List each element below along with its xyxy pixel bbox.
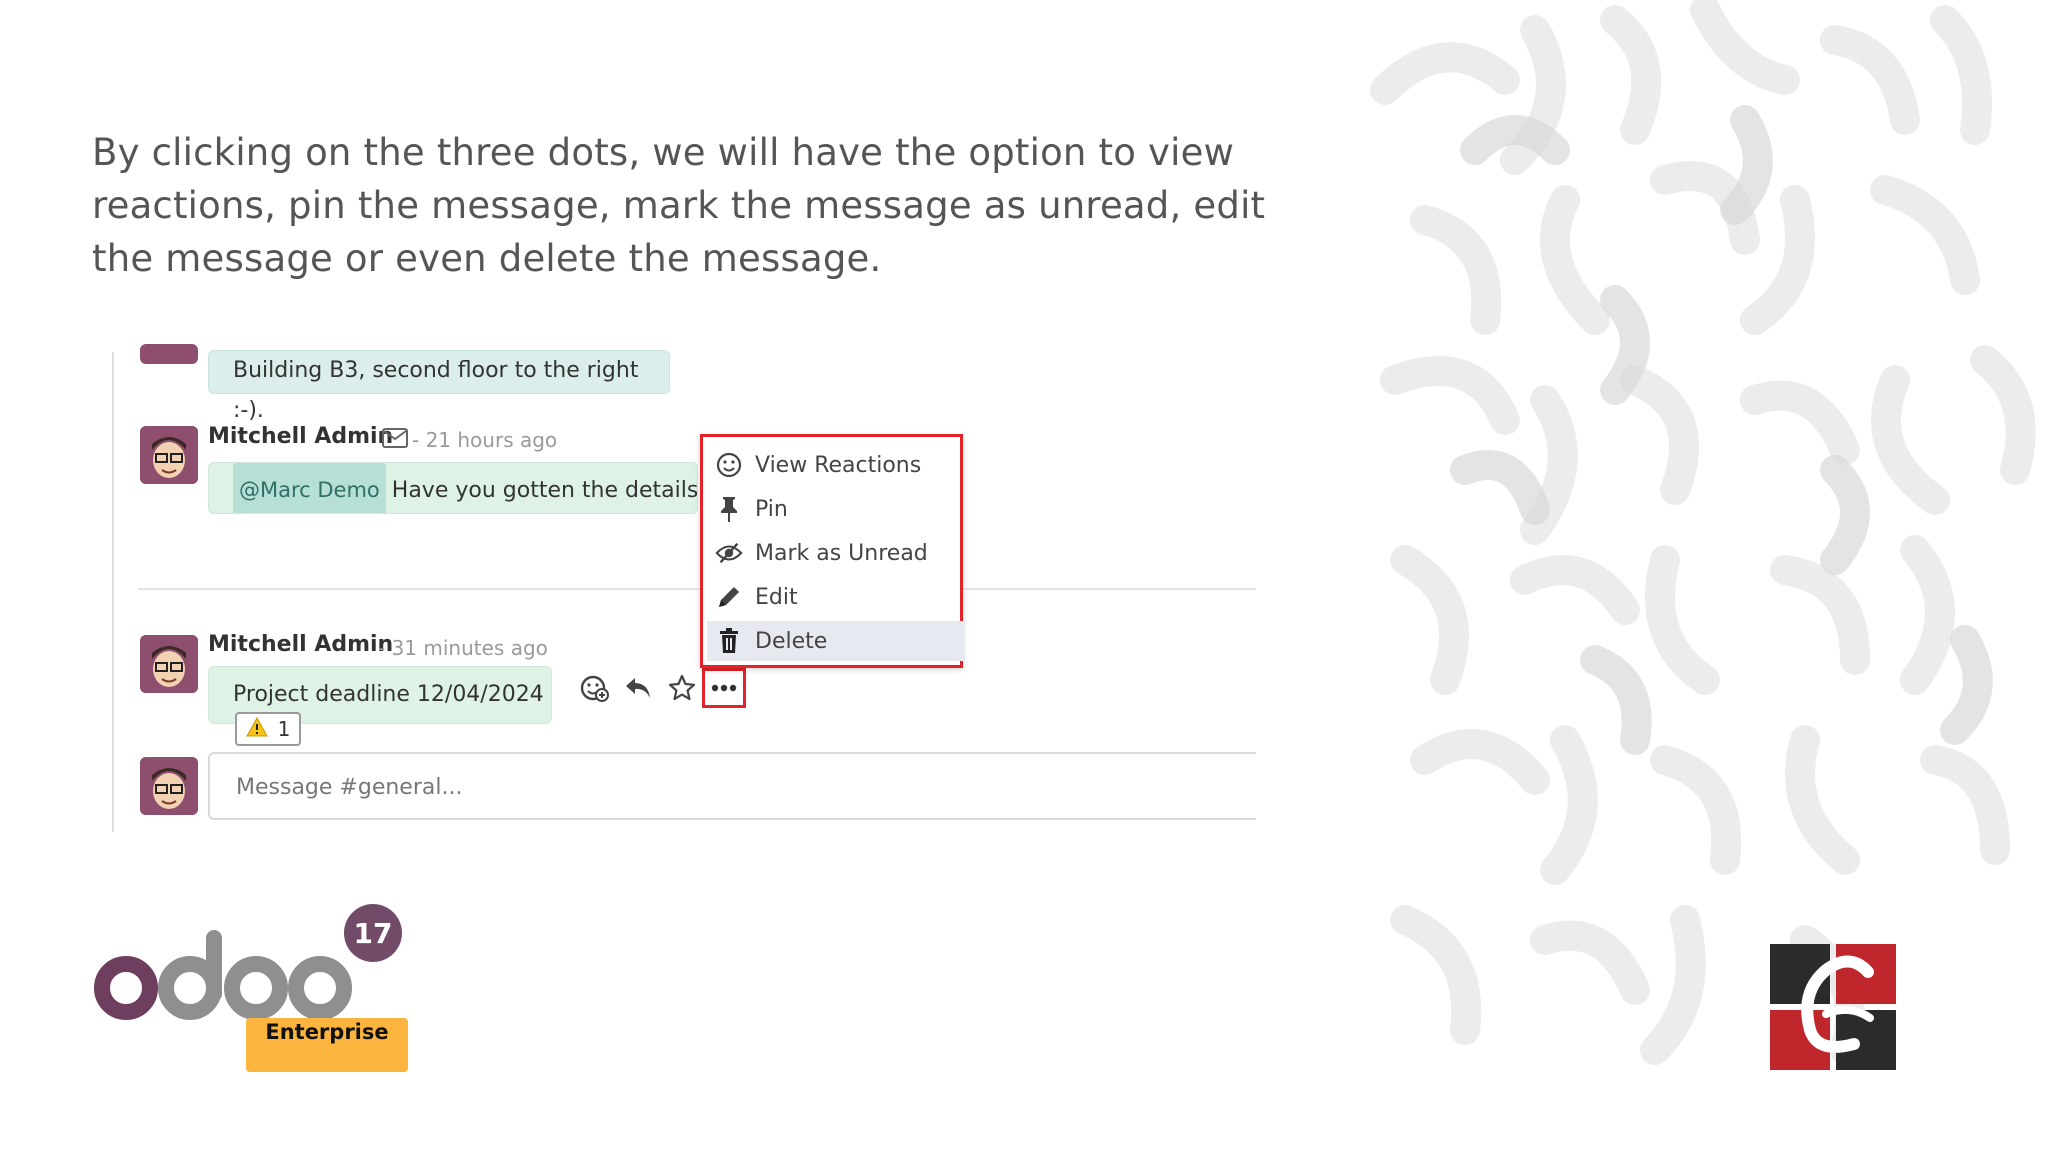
message-author[interactable]: Mitchell Admin — [208, 424, 393, 449]
menu-item-mark-unread[interactable]: Mark as Unread — [715, 533, 928, 573]
ellipsis-icon — [711, 684, 737, 692]
message-divider — [138, 588, 1256, 590]
message-input[interactable] — [210, 754, 1243, 820]
message-text: Building B3, second floor to the right :… — [233, 358, 639, 423]
version-badge: 17 — [344, 904, 402, 962]
add-reaction-icon[interactable] — [572, 668, 616, 708]
menu-item-pin[interactable]: Pin — [715, 489, 788, 529]
smile-icon — [715, 451, 743, 479]
message-author[interactable]: Mitchell Admin — [208, 632, 393, 657]
message-timestamp: - 31 minutes ago — [378, 636, 548, 660]
menu-item-edit[interactable]: Edit — [715, 577, 798, 617]
message-bubble: Building B3, second floor to the right :… — [208, 350, 670, 423]
company-logo — [1770, 944, 1896, 1070]
trash-icon — [715, 627, 743, 655]
reaction-count: 1 — [277, 717, 291, 741]
menu-item-label: Mark as Unread — [755, 540, 928, 566]
menu-item-label: Edit — [755, 584, 798, 610]
reply-icon[interactable] — [616, 668, 660, 708]
message-timestamp: - 21 hours ago — [412, 428, 558, 452]
eye-slash-icon — [715, 539, 743, 567]
message-text: Have you gotten the details of — [391, 478, 698, 503]
description-text: By clicking on the three dots, we will h… — [92, 131, 1266, 280]
menu-item-label: View Reactions — [755, 452, 922, 478]
message-composer — [208, 752, 1256, 820]
pin-icon — [715, 495, 743, 523]
odoo-logo: 17 Enterprise — [92, 900, 422, 1080]
decorative-pattern — [1365, 0, 2048, 1152]
message-options-menu: View Reactions Pin Mark as Unread Edit D… — [700, 434, 965, 668]
edition-badge: Enterprise — [246, 1018, 408, 1072]
mention-tag[interactable]: @Marc Demo — [233, 463, 386, 513]
avatar — [140, 426, 198, 484]
message-actions — [572, 668, 704, 708]
menu-item-delete[interactable]: Delete — [707, 621, 965, 661]
menu-item-view-reactions[interactable]: View Reactions — [715, 445, 921, 485]
thread-border — [112, 352, 114, 832]
message-text: Project deadline 12/04/2024 — [233, 682, 544, 707]
menu-item-label: Delete — [755, 628, 828, 654]
pencil-icon — [715, 583, 743, 611]
warning-icon — [245, 716, 268, 742]
star-icon[interactable] — [660, 668, 704, 708]
menu-item-label: Pin — [755, 496, 788, 522]
avatar — [140, 344, 198, 364]
envelope-icon — [382, 428, 408, 448]
message-bubble: @Marc Demo Have you gotten the details of — [208, 462, 698, 514]
avatar — [140, 757, 198, 815]
more-options-button[interactable] — [702, 668, 746, 708]
reaction-badge[interactable]: 1 — [235, 712, 301, 746]
avatar — [140, 635, 198, 693]
